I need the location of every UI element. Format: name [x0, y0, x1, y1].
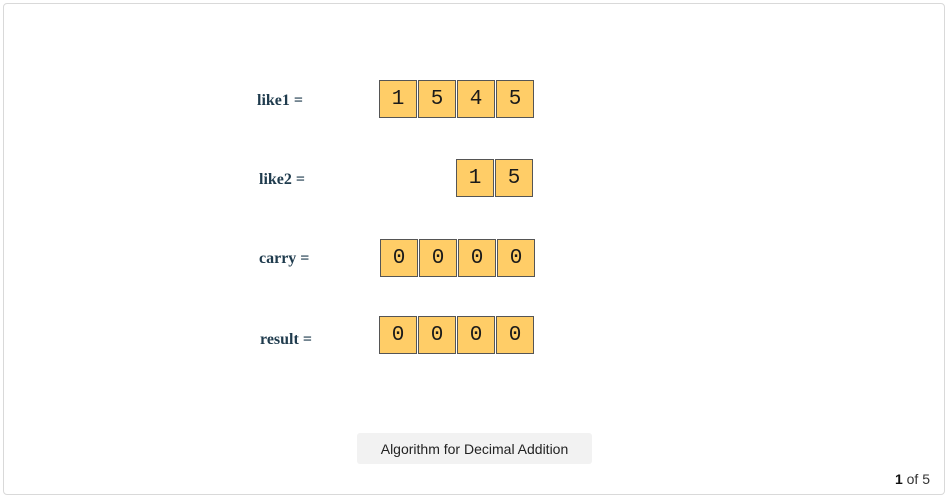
like1-cell: 1 — [379, 80, 417, 118]
result-cell: 0 — [457, 316, 495, 354]
like1-cell: 5 — [496, 80, 534, 118]
result-array: 0 0 0 0 — [379, 316, 535, 354]
like2-label: like2 = — [259, 171, 306, 188]
like2-cell: 1 — [456, 159, 494, 197]
like1-cell: 5 — [418, 80, 456, 118]
like1-cell: 4 — [457, 80, 495, 118]
like1-array: 1 5 4 5 — [379, 80, 535, 118]
slide-caption: Algorithm for Decimal Addition — [357, 433, 592, 464]
like2-cell: 5 — [495, 159, 533, 197]
result-cell: 0 — [379, 316, 417, 354]
pager-current: 1 — [894, 471, 903, 487]
carry-array: 0 0 0 0 — [380, 239, 536, 277]
result-cell: 0 — [496, 316, 534, 354]
slide-frame: like1 = 1 5 4 5 like2 = 1 5 carry = 0 0 … — [3, 3, 945, 495]
slide-pager: 1 of 5 — [895, 471, 930, 487]
carry-label: carry = — [259, 250, 310, 267]
carry-cell: 0 — [458, 239, 496, 277]
result-cell: 0 — [418, 316, 456, 354]
like2-array: 1 5 — [456, 159, 534, 197]
pager-of: of — [906, 471, 919, 487]
carry-cell: 0 — [380, 239, 418, 277]
pager-total: 5 — [922, 471, 930, 487]
carry-cell: 0 — [497, 239, 535, 277]
carry-cell: 0 — [419, 239, 457, 277]
result-label: result = — [260, 331, 312, 348]
like1-label: like1 = — [257, 92, 304, 109]
